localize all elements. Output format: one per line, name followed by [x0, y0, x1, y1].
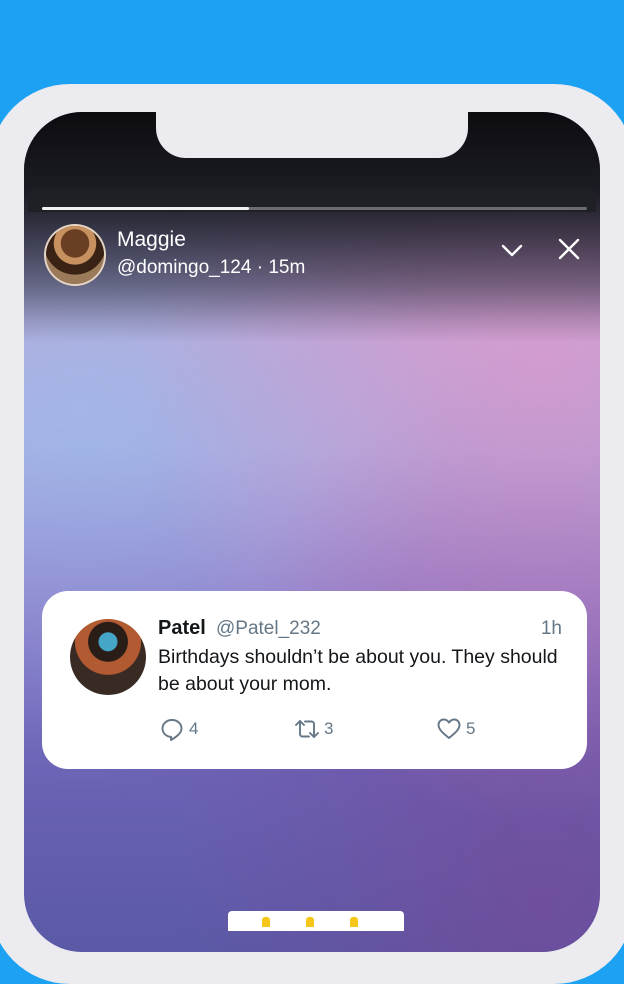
- story-progress-fill: [42, 207, 250, 210]
- heart-icon: [437, 718, 461, 739]
- story-progress-bar: [42, 207, 587, 210]
- avatar[interactable]: [70, 619, 146, 695]
- close-icon[interactable]: [556, 236, 582, 262]
- tweet-timestamp: 1h: [540, 618, 562, 639]
- story-header: Maggie @domingo_124 · 15m: [46, 226, 591, 286]
- decoration: [350, 917, 358, 927]
- tweet-handle[interactable]: @Patel_232: [216, 618, 321, 640]
- retweet-count: 3: [324, 719, 334, 738]
- retweet-button[interactable]: 3: [294, 716, 333, 742]
- reply-count: 4: [189, 719, 199, 738]
- avatar[interactable]: [46, 226, 104, 284]
- decoration: [262, 917, 270, 927]
- like-button[interactable]: 5: [436, 716, 475, 742]
- chevron-down-icon[interactable]: [498, 238, 526, 262]
- like-count: 5: [466, 719, 476, 738]
- story-user-name[interactable]: Maggie: [117, 228, 186, 252]
- tweet-author[interactable]: Patel: [158, 617, 206, 640]
- tweet-text: Birthdays shouldn’t be about you. They s…: [158, 646, 558, 695]
- story-user-meta: @domingo_124 · 15m: [117, 257, 306, 278]
- reply-icon: [161, 719, 183, 741]
- decoration: [306, 917, 314, 927]
- phone-notch: [156, 112, 468, 158]
- tweet-card[interactable]: Patel @Patel_232 1h Birthdays shouldn’t …: [42, 591, 587, 769]
- retweet-icon: [295, 720, 319, 738]
- bottom-card-peek: [228, 911, 404, 931]
- reply-button[interactable]: 4: [159, 716, 198, 742]
